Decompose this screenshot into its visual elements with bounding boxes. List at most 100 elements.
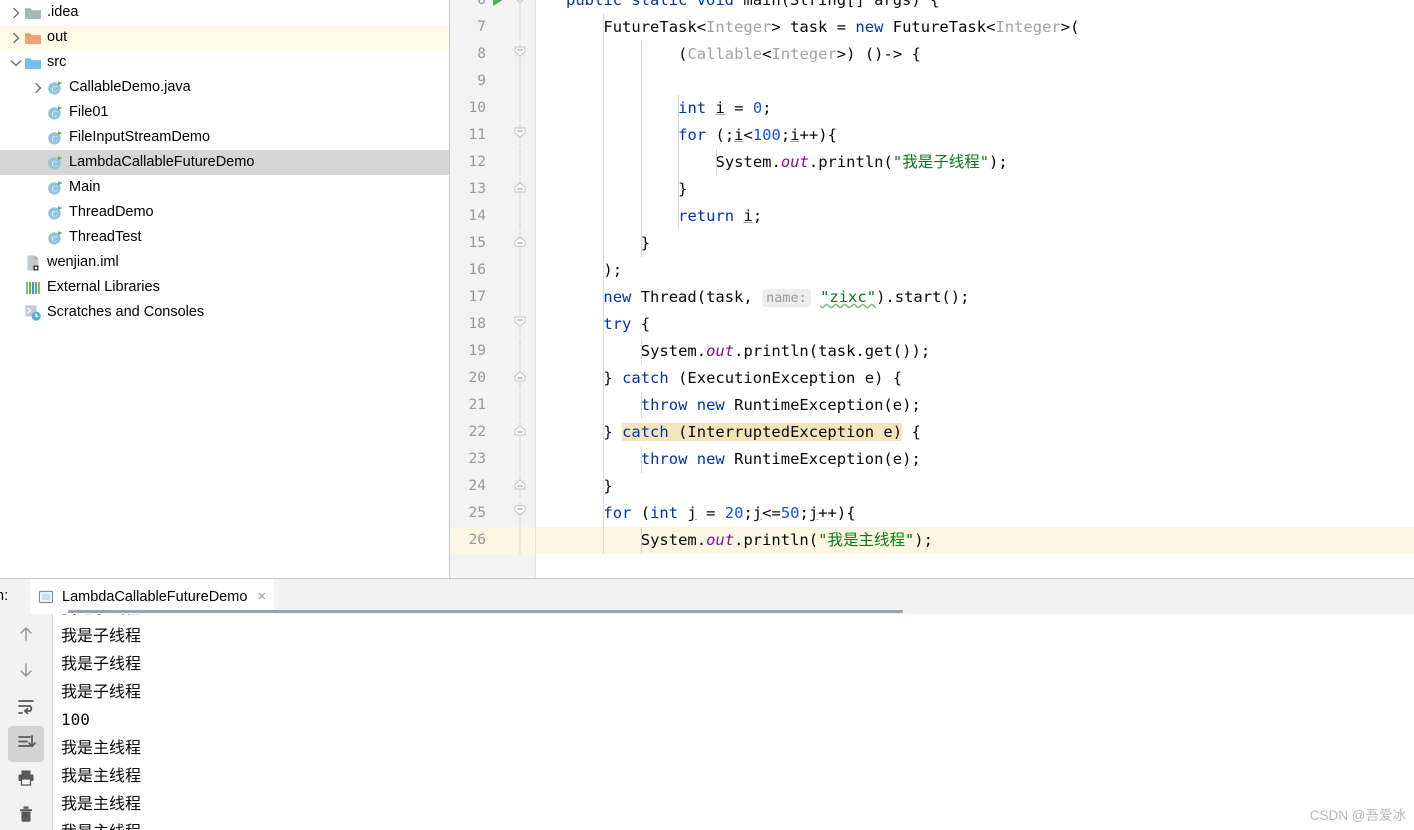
code-line[interactable]: FutureTask<Integer> task = new FutureTas…: [536, 14, 1414, 41]
code-line-text: }: [603, 477, 613, 495]
print-button[interactable]: [8, 762, 44, 798]
fold-guide: [512, 14, 528, 41]
line-number: 9: [477, 73, 486, 89]
code-line[interactable]: }: [536, 176, 1414, 203]
tree-item-file01[interactable]: C File01: [0, 100, 449, 125]
code-lines[interactable]: public static void main(String[] args) {…: [536, 0, 1414, 578]
tree-item-threaddemo[interactable]: C ThreadDemo: [0, 200, 449, 225]
code-editor[interactable]: 6 7 8 9 10 11 12 13 14 15 16 17 18 19 20 21 22 23 24 25 26 p…: [450, 0, 1414, 578]
no-expander: [8, 280, 24, 296]
fold-marker[interactable]: [512, 230, 528, 257]
project-tool-window[interactable]: .idea out src C CallableDemo.java C File01 C Fil…: [0, 0, 449, 578]
code-line[interactable]: System.out.println("我是子线程");: [536, 149, 1414, 176]
tree-item-threadtest[interactable]: C ThreadTest: [0, 225, 449, 250]
code-line[interactable]: System.out.println("我是主线程");: [536, 527, 1414, 554]
tree-item-src[interactable]: src: [0, 50, 449, 75]
code-line-text: );: [603, 261, 623, 279]
code-line[interactable]: } catch (InterruptedException e) {: [536, 419, 1414, 446]
tree-item-fileinputstreamdemo[interactable]: C FileInputStreamDemo: [0, 125, 449, 150]
code-line[interactable]: [536, 68, 1414, 95]
soft-wrap-icon: [16, 696, 36, 721]
code-line[interactable]: );: [536, 257, 1414, 284]
tree-item-callabledemo-java[interactable]: C CallableDemo.java: [0, 75, 449, 100]
code-line[interactable]: } catch (ExecutionException e) {: [536, 365, 1414, 392]
code-line[interactable]: int i = 0;: [536, 95, 1414, 122]
tree-item-out[interactable]: out: [0, 25, 449, 50]
code-line[interactable]: for (;i<100;i++){: [536, 122, 1414, 149]
tree-item-label: Scratches and Consoles: [47, 304, 205, 320]
tree-item-label: ThreadDemo: [69, 204, 154, 220]
code-line[interactable]: System.out.println(task.get());: [536, 338, 1414, 365]
fold-guide: [512, 338, 528, 365]
fold-marker[interactable]: [512, 419, 528, 446]
scratches-icon: [24, 304, 42, 322]
tree-item-idea[interactable]: .idea: [0, 0, 449, 25]
close-icon[interactable]: ×: [257, 589, 266, 604]
code-line-text: System.out.println(task.get());: [640, 342, 931, 360]
run-tab-lambdacallablefuturedemo[interactable]: LambdaCallableFutureDemo ×: [30, 579, 275, 614]
no-expander: [30, 180, 46, 196]
tree-item-label: wenjian.iml: [47, 254, 119, 270]
code-line-text: int i = 0;: [678, 99, 772, 117]
fold-marker[interactable]: [512, 500, 528, 527]
line-number: 23: [468, 451, 486, 467]
chevron-down-icon[interactable]: [8, 55, 24, 71]
code-line[interactable]: return i;: [536, 203, 1414, 230]
console-output-line: 我是主线程: [61, 766, 142, 785]
chevron-right-icon[interactable]: [30, 80, 46, 96]
line-number: 20: [468, 370, 486, 386]
code-line[interactable]: public static void main(String[] args) {: [536, 0, 1414, 14]
fold-guide: [512, 149, 528, 176]
line-number: 6: [477, 0, 486, 8]
scroll-up-button[interactable]: [8, 618, 44, 654]
indent-guide: [640, 446, 642, 473]
fold-marker[interactable]: [512, 311, 528, 338]
tree-item-scratches-and-consoles[interactable]: Scratches and Consoles: [0, 300, 449, 325]
no-expander: [8, 305, 24, 321]
fold-guide: [512, 203, 528, 230]
tree-item-label: File01: [69, 104, 109, 120]
console-output[interactable]: 我是子线程我是子线程我是子线程我是子线程100我是主线程我是主线程我是主线程我是…: [53, 614, 1414, 830]
java-class-icon: C: [46, 129, 64, 147]
fold-marker[interactable]: [512, 473, 528, 500]
printer-icon: [16, 768, 36, 793]
line-number: 16: [468, 262, 486, 278]
soft-wrap-button[interactable]: [8, 690, 44, 726]
code-line[interactable]: try {: [536, 311, 1414, 338]
fold-marker[interactable]: [512, 41, 528, 68]
fold-marker[interactable]: [512, 0, 528, 14]
tree-item-lambdacallablefuturedemo[interactable]: C LambdaCallableFutureDemo: [0, 150, 449, 175]
fold-marker[interactable]: [512, 122, 528, 149]
fold-marker[interactable]: [512, 176, 528, 203]
clear-all-button[interactable]: [8, 798, 44, 830]
tree-item-wenjian-iml[interactable]: wenjian.iml: [0, 250, 449, 275]
console-output-line: 我是子线程: [61, 682, 142, 701]
code-line[interactable]: throw new RuntimeException(e);: [536, 446, 1414, 473]
code-line[interactable]: (Callable<Integer>) ()-> {: [536, 41, 1414, 68]
code-line[interactable]: }: [536, 230, 1414, 257]
no-expander: [8, 255, 24, 271]
indent-guide: [640, 41, 642, 257]
tree-item-label: .idea: [47, 4, 79, 20]
line-number: 11: [468, 127, 486, 143]
chevron-right-icon[interactable]: [8, 30, 24, 46]
code-line[interactable]: }: [536, 473, 1414, 500]
tree-item-external-libraries[interactable]: External Libraries: [0, 275, 449, 300]
fold-marker[interactable]: [512, 365, 528, 392]
scroll-down-button[interactable]: [8, 654, 44, 690]
code-line[interactable]: throw new RuntimeException(e);: [536, 392, 1414, 419]
libraries-icon: [24, 279, 42, 297]
fold-guide: [512, 95, 528, 122]
code-line[interactable]: new Thread(task, name: "zixc").start();: [536, 284, 1414, 311]
svg-text:C: C: [52, 134, 58, 143]
line-number: 12: [468, 154, 486, 170]
chevron-right-icon[interactable]: [8, 5, 24, 21]
code-line[interactable]: for (int j = 20;j<=50;j++){: [536, 500, 1414, 527]
scroll-to-end-button[interactable]: [8, 726, 44, 762]
tree-item-main[interactable]: C Main: [0, 175, 449, 200]
